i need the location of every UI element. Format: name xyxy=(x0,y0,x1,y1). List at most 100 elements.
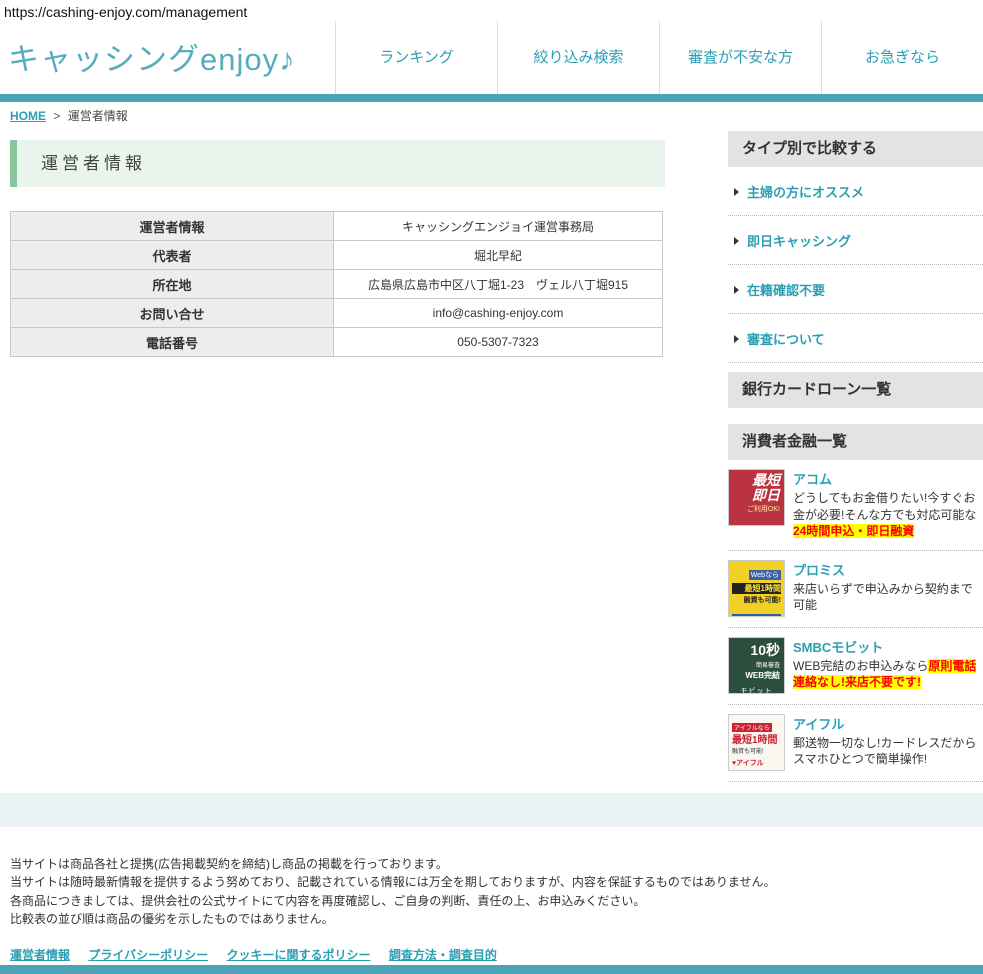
banner-text: 最短 xyxy=(733,473,780,488)
nav-item-in-a-hurry[interactable]: お急ぎなら xyxy=(821,21,983,94)
ad-link-aiful[interactable]: アイフル xyxy=(793,714,983,733)
banner-text: WEB完結 xyxy=(733,670,780,681)
ad-link-smbc-mobit[interactable]: SMBCモビット xyxy=(793,637,983,656)
ad-link-promise[interactable]: プロミス xyxy=(793,560,983,579)
ad-body: プロミス 来店いらずで申込みから契約まで可能 xyxy=(793,560,983,617)
arrow-right-icon xyxy=(734,237,739,245)
ad-body: アコム どうしてもお金借りたい!今すぐお金が必要!そんな方でも対応可能な 24時間… xyxy=(793,469,983,540)
row-label: お問い合せ xyxy=(11,299,334,328)
ad-desc-text: 郵送物一切なし!カードレスだからスマホひとつで簡単操作! xyxy=(793,736,976,767)
banner-text: 最短1時間 xyxy=(732,735,781,746)
sidebar-item-housewife[interactable]: 主婦の方にオススメ xyxy=(728,167,983,216)
ad-body: SMBCモビット WEB完結のお申込みなら原則電話連絡なし!来店不要です! xyxy=(793,637,983,694)
row-value: 広島県広島市中区八丁堀1-23 ヴェル八丁堀915 xyxy=(334,270,663,299)
ad-item-promise: Webなら 最短1時間 融資も可能! プロミス 来店いらずで申込みから契約まで可… xyxy=(728,551,983,628)
row-value: キャッシングエンジョイ運営事務局 xyxy=(334,212,663,241)
ad-description: WEB完結のお申込みなら原則電話連絡なし!来店不要です! xyxy=(793,658,983,691)
banner-text: モビット xyxy=(733,686,780,694)
row-value: info@cashing-enjoy.com xyxy=(334,299,663,328)
table-row: 代表者 堀北早紀 xyxy=(11,241,663,270)
ad-desc-text: WEB完結のお申込みなら xyxy=(793,659,928,673)
content-area: 運営者情報 運営者情報 キャッシングエンジョイ運営事務局 代表者 堀北早紀 所在… xyxy=(0,127,983,782)
footer-link-cookie-policy[interactable]: クッキーに関するポリシー xyxy=(226,948,370,962)
operator-info-table: 運営者情報 キャッシングエンジョイ運営事務局 代表者 堀北早紀 所在地 広島県広… xyxy=(10,211,663,357)
disclaimer-line: 当サイトは商品各社と提携(広告掲載契約を締結)し商品の掲載を行っております。 xyxy=(10,855,973,874)
main-column: 運営者情報 運営者情報 キャッシングエンジョイ運営事務局 代表者 堀北早紀 所在… xyxy=(10,127,665,782)
table-row: 電話番号 050-5307-7323 xyxy=(11,328,663,357)
smbc-mobit-banner-image[interactable]: 10秒 簡易審査 WEB完結 モビット xyxy=(728,637,785,694)
disclaimer-line: 比較表の並び順は商品の優劣を示したものではありません。 xyxy=(10,910,973,929)
footer-link-survey-method[interactable]: 調査方法・調査目的 xyxy=(389,948,497,962)
disclaimer-line: 各商品につきましては、提供会社の公式サイトにて内容を再度確認し、ご自身の判断、責… xyxy=(10,892,973,911)
row-label: 所在地 xyxy=(11,270,334,299)
table-row: 運営者情報 キャッシングエンジョイ運営事務局 xyxy=(11,212,663,241)
ad-body: アイフル 郵送物一切なし!カードレスだからスマホひとつで簡単操作! xyxy=(793,714,983,771)
table-row: お問い合せ info@cashing-enjoy.com xyxy=(11,299,663,328)
row-value: 堀北早紀 xyxy=(334,241,663,270)
sidebar-item-no-employment-check[interactable]: 在籍確認不要 xyxy=(728,265,983,314)
banner-text: 最短1時間 xyxy=(732,583,781,594)
disclaimer-line: 当サイトは随時最新情報を提供するよう努めており、記載されている情報には万全を期し… xyxy=(10,873,973,892)
arrow-right-icon xyxy=(734,335,739,343)
sidebar-item-label: 審査について xyxy=(747,329,825,348)
ad-item-aiful: アイフルなら 最短1時間 融資も可能! ♥アイフル アイフル 郵送物一切なし!カ… xyxy=(728,705,983,782)
main-nav: ランキング 絞り込み検索 審査が不安な方 お急ぎなら xyxy=(335,21,983,94)
row-label: 代表者 xyxy=(11,241,334,270)
footer-link-operator-info[interactable]: 運営者情報 xyxy=(10,948,70,962)
banner-text: 融資も可能! xyxy=(732,746,781,755)
table-row: 所在地 広島県広島市中区八丁堀1-23 ヴェル八丁堀915 xyxy=(11,270,663,299)
banner-text: 簡易審査 xyxy=(733,660,780,669)
ad-description: 来店いらずで申込みから契約まで可能 xyxy=(793,581,983,614)
footer-link-privacy-policy[interactable]: プライバシーポリシー xyxy=(88,948,208,962)
banner-stripe xyxy=(732,614,781,617)
ad-desc-highlight: 24時間申込・即日融資 xyxy=(793,524,914,538)
nav-item-ranking[interactable]: ランキング xyxy=(335,21,497,94)
ad-desc-text: 来店いらずで申込みから契約まで可能 xyxy=(793,582,973,613)
banner-text: ご利用OK! xyxy=(733,504,780,514)
sidebar-item-about-screening[interactable]: 審査について xyxy=(728,314,983,363)
row-label: 電話番号 xyxy=(11,328,334,357)
ad-item-smbc-mobit: 10秒 簡易審査 WEB完結 モビット SMBCモビット WEB完結のお申込みな… xyxy=(728,628,983,705)
banner-text: アイフルなら xyxy=(732,723,772,732)
ad-link-acom[interactable]: アコム xyxy=(793,469,983,488)
sidebar-item-label: 即日キャッシング xyxy=(747,231,851,250)
nav-item-filter-search[interactable]: 絞り込み検索 xyxy=(497,21,659,94)
acom-banner-image[interactable]: 最短 即日 ご利用OK! xyxy=(728,469,785,526)
sidebar-header-consumer-finance: 消費者金融一覧 xyxy=(728,424,983,460)
footer-links: 運営者情報 プライバシーポリシー クッキーに関するポリシー 調査方法・調査目的 xyxy=(10,946,973,963)
banner-text: 即日 xyxy=(733,488,780,503)
ad-desc-text: どうしてもお金借りたい!今すぐお金が必要!そんな方でも対応可能な xyxy=(793,491,976,522)
banner-text: 10秒 xyxy=(750,642,780,658)
footer-top-band xyxy=(0,793,983,827)
breadcrumb-current: 運営者情報 xyxy=(68,109,128,123)
sidebar-item-label: 在籍確認不要 xyxy=(747,280,825,299)
sidebar-item-same-day-cashing[interactable]: 即日キャッシング xyxy=(728,216,983,265)
breadcrumb-home-link[interactable]: HOME xyxy=(10,109,46,123)
ad-description: 郵送物一切なし!カードレスだからスマホひとつで簡単操作! xyxy=(793,735,983,768)
footer: 当サイトは商品各社と提携(広告掲載契約を締結)し商品の掲載を行っております。 当… xyxy=(0,827,983,974)
aiful-banner-image[interactable]: アイフルなら 最短1時間 融資も可能! ♥アイフル xyxy=(728,714,785,771)
banner-text: ♥アイフル xyxy=(732,758,764,768)
breadcrumb: HOME > 運営者情報 xyxy=(0,102,983,127)
row-value: 050-5307-7323 xyxy=(334,328,663,357)
arrow-right-icon xyxy=(734,286,739,294)
nav-item-worried-screening[interactable]: 審査が不安な方 xyxy=(659,21,821,94)
site-logo[interactable]: キャッシングenjoy♪ xyxy=(8,34,296,79)
row-label: 運営者情報 xyxy=(11,212,334,241)
promise-banner-image[interactable]: Webなら 最短1時間 融資も可能! xyxy=(728,560,785,617)
header-accent-bar xyxy=(0,94,983,102)
banner-text: 融資も可能! xyxy=(732,595,781,605)
arrow-right-icon xyxy=(734,188,739,196)
site-header: キャッシングenjoy♪ ランキング 絞り込み検索 審査が不安な方 お急ぎなら xyxy=(0,24,983,94)
ad-description: どうしてもお金借りたい!今すぐお金が必要!そんな方でも対応可能な 24時間申込・即… xyxy=(793,490,983,540)
breadcrumb-separator: > xyxy=(53,109,60,123)
banner-text: Webなら xyxy=(749,570,781,580)
sidebar: タイプ別で比較する 主婦の方にオススメ 即日キャッシング 在籍確認不要 審査につ… xyxy=(728,131,983,782)
sidebar-header-bank-card-loans: 銀行カードローン一覧 xyxy=(728,372,983,408)
page-title: 運営者情報 xyxy=(10,140,665,187)
page: https://cashing-enjoy.com/management キャッ… xyxy=(0,0,983,974)
sidebar-item-label: 主婦の方にオススメ xyxy=(747,182,864,201)
ad-item-acom: 最短 即日 ご利用OK! アコム どうしてもお金借りたい!今すぐお金が必要!そん… xyxy=(728,460,983,551)
sidebar-header-compare-by-type: タイプ別で比較する xyxy=(728,131,983,167)
bottom-accent-bar xyxy=(0,965,983,974)
